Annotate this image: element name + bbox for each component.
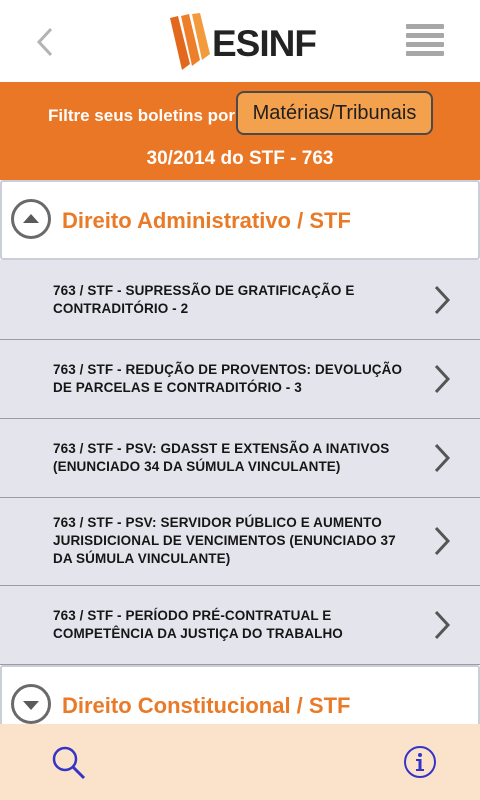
list-item[interactable]: 763 / STF - PSV: SERVIDOR PÚBLICO E AUME…: [0, 498, 480, 586]
info-icon: [404, 746, 436, 778]
item-title: 763 / STF - PERÍODO PRÉ-CONTRATUAL E COM…: [53, 607, 418, 643]
filter-band: Filtre seus boletins por: Matérias/Tribu…: [0, 82, 480, 180]
expand-toggle-button[interactable]: [11, 684, 51, 724]
item-title: 763 / STF - PSV: GDASST E EXTENSÃO A INA…: [53, 440, 418, 476]
filter-select[interactable]: Matérias/Tribunais: [236, 91, 433, 135]
section-header-direito-administrativo[interactable]: Direito Administrativo / STF: [0, 180, 480, 260]
top-app-bar: ESINF: [0, 0, 480, 82]
chevron-right-icon: [434, 443, 451, 473]
menu-bar: [406, 33, 444, 38]
menu-bar: [406, 42, 444, 47]
list-item[interactable]: 763 / STF - PSV: GDASST E EXTENSÃO A INA…: [0, 419, 480, 498]
chevron-left-icon: [36, 27, 53, 57]
chevron-right-icon: [434, 526, 451, 556]
back-button[interactable]: [22, 20, 66, 64]
item-line: DE PARCELAS E CONTRADITÓRIO - 3: [53, 380, 302, 395]
logo-text: ESINF: [212, 23, 317, 64]
list-item[interactable]: 763 / STF - REDUÇÃO DE PROVENTOS: DEVOLU…: [0, 340, 480, 419]
list-item[interactable]: 763 / STF - SUPRESSÃO DE GRATIFICAÇÃO E …: [0, 260, 480, 340]
issue-title: 30/2014 do STF - 763: [146, 148, 334, 169]
esinf-logo: ESINF: [164, 12, 317, 72]
filter-label: Filtre seus boletins por:: [48, 106, 241, 125]
item-line: (ENUNCIADO 34 DA SÚMULA VINCULANTE): [53, 459, 341, 474]
menu-bar: [406, 51, 444, 56]
menu-button[interactable]: [406, 24, 444, 60]
menu-bar: [406, 24, 444, 29]
item-line: 763 / STF - PSV: GDASST E EXTENSÃO A INA…: [53, 441, 390, 456]
item-line: 763 / STF - SUPRESSÃO DE GRATIFICAÇÃO E: [53, 283, 355, 298]
chevron-right-icon: [434, 364, 451, 394]
book-logo-icon: [170, 13, 210, 70]
item-line: 763 / STF - REDUÇÃO DE PROVENTOS: DEVOLU…: [53, 362, 403, 377]
search-icon: [52, 746, 86, 780]
item-line: DA SÚMULA VINCULANTE): [53, 551, 231, 566]
item-line: 763 / STF - PERÍODO PRÉ-CONTRATUAL E: [53, 608, 332, 623]
item-title: 763 / STF - PSV: SERVIDOR PÚBLICO E AUME…: [53, 514, 418, 568]
chevron-right-icon: [434, 610, 451, 640]
info-button[interactable]: [402, 744, 438, 780]
item-line: 763 / STF - PSV: SERVIDOR PÚBLICO E AUME…: [53, 515, 382, 530]
collapse-arrow-up-icon: [23, 214, 39, 223]
item-title: 763 / STF - REDUÇÃO DE PROVENTOS: DEVOLU…: [53, 361, 418, 397]
bottom-toolbar: [0, 724, 480, 800]
search-button[interactable]: [50, 744, 88, 782]
item-line: COMPETÊNCIA DA JUSTIÇA DO TRABALHO: [53, 626, 343, 641]
section-title: Direito Administrativo / STF: [62, 208, 351, 233]
section-title: Direito Constitucional / STF: [62, 693, 351, 718]
list-item[interactable]: 763 / STF - PERÍODO PRÉ-CONTRATUAL E COM…: [0, 586, 480, 665]
item-title: 763 / STF - SUPRESSÃO DE GRATIFICAÇÃO E …: [53, 282, 418, 318]
item-line: JURISDICIONAL DE VENCIMENTOS (ENUNCIADO …: [53, 533, 396, 548]
chevron-right-icon: [434, 285, 451, 315]
collapse-toggle-button[interactable]: [11, 199, 51, 239]
item-line: CONTRADITÓRIO - 2: [53, 301, 189, 316]
expand-arrow-down-icon: [23, 701, 39, 710]
